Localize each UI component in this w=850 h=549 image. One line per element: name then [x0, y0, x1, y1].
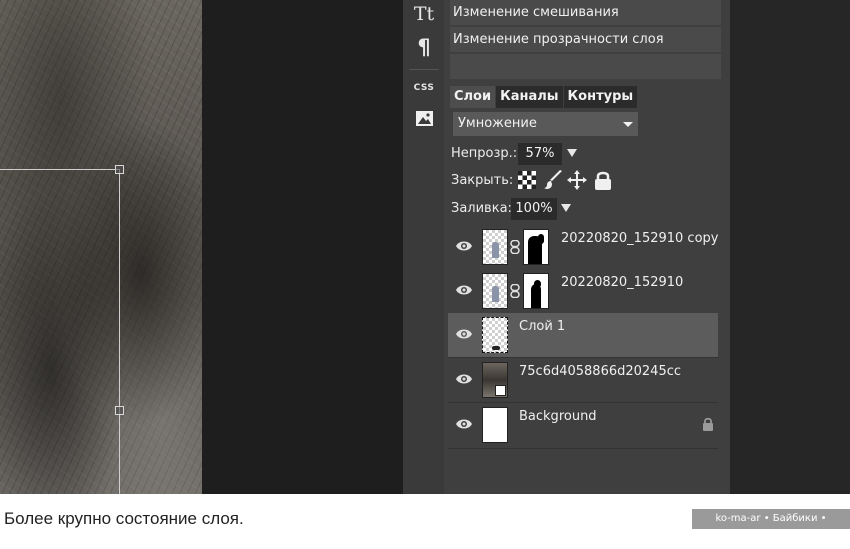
eye-visibility-icon[interactable]: [456, 373, 472, 385]
layer-thumbnail[interactable]: [482, 407, 508, 443]
blend-mode-select[interactable]: Умножение: [453, 112, 638, 136]
transform-handle-top-right[interactable]: [115, 165, 124, 174]
layer-row[interactable]: 20220820_152910 copy: [448, 225, 718, 270]
tab-channels[interactable]: Каналы: [496, 86, 563, 108]
eye-visibility-icon[interactable]: [456, 240, 472, 252]
workspace-background-right: [730, 0, 850, 494]
opacity-label: Непрозр.:: [451, 146, 518, 161]
fill-label: Заливка:: [451, 201, 512, 216]
layer-thumbnail[interactable]: [482, 273, 508, 309]
layer-thumbnail[interactable]: [482, 317, 508, 353]
transform-handle-right-middle[interactable]: [115, 406, 124, 415]
eye-visibility-icon[interactable]: [456, 418, 472, 430]
tab-paths[interactable]: Контуры: [563, 86, 638, 108]
chevron-down-icon: [623, 122, 633, 127]
history-empty-slot: [450, 54, 721, 79]
watermark-badge: ko-ma-ar • Байбики • babiki.ru: [692, 509, 850, 544]
layer-name: 20220820_152910 copy: [561, 231, 719, 246]
opacity-input[interactable]: 57%: [518, 143, 562, 165]
layer-name: 20220820_152910: [561, 275, 684, 290]
layer-row-selected[interactable]: Слой 1: [448, 313, 718, 358]
lock-all-padlock-icon[interactable]: [593, 170, 613, 190]
toolbar-divider: [409, 69, 439, 70]
layer-name: Слой 1: [519, 319, 566, 334]
paragraph-tool-icon[interactable]: ¶: [411, 35, 437, 59]
layer-name: 75c6d4058866d20245cc: [519, 364, 682, 379]
layer-name: Background: [519, 409, 597, 424]
fill-input[interactable]: 100%: [511, 198, 557, 220]
lock-position-move-icon[interactable]: [567, 170, 587, 190]
css-tool-icon[interactable]: CSS: [411, 76, 437, 100]
lock-label: Закрыть:: [451, 173, 514, 188]
lock-pixels-brush-icon[interactable]: [543, 170, 563, 190]
eye-visibility-icon[interactable]: [456, 284, 472, 296]
smart-object-icon: [495, 385, 506, 396]
layers-list: 20220820_152910 copy 20220820_152910 Сло…: [448, 225, 718, 494]
history-item-blend-change[interactable]: Изменение смешивания: [450, 0, 721, 25]
transform-box-top-edge: [0, 169, 120, 170]
layer-row[interactable]: 75c6d4058866d20245cc: [448, 358, 718, 403]
layer-thumbnail[interactable]: [482, 229, 508, 265]
layer-row[interactable]: 20220820_152910: [448, 269, 718, 314]
workspace-background: [202, 0, 403, 494]
tab-layers[interactable]: Слои: [450, 86, 496, 108]
lock-icon: [703, 417, 713, 431]
history-item-opacity-change[interactable]: Изменение прозрачности слоя: [450, 27, 721, 52]
text-tool-icon[interactable]: Tt: [411, 2, 437, 26]
eye-visibility-icon[interactable]: [456, 328, 472, 340]
canvas-area[interactable]: [0, 0, 202, 494]
image-icon: [415, 110, 433, 126]
fill-dropdown-icon[interactable]: [561, 204, 571, 212]
image-tool-icon[interactable]: [411, 106, 437, 130]
opacity-dropdown-icon[interactable]: [567, 149, 577, 157]
chain-link-icon[interactable]: [510, 284, 520, 298]
chain-link-icon[interactable]: [510, 240, 520, 254]
lock-transparency-icon[interactable]: [517, 170, 537, 190]
layer-mask-thumbnail[interactable]: [523, 229, 549, 265]
transform-box-right-edge: [119, 169, 120, 494]
caption-text: Более крупно состояние слоя.: [4, 509, 244, 528]
layers-panel-tabs: Слои Каналы Контуры: [450, 86, 638, 108]
layer-row[interactable]: Background: [448, 403, 718, 449]
layer-thumbnail[interactable]: [482, 362, 508, 398]
side-toolbar: Tt ¶ CSS: [403, 0, 445, 494]
layer-mask-thumbnail[interactable]: [523, 273, 549, 309]
